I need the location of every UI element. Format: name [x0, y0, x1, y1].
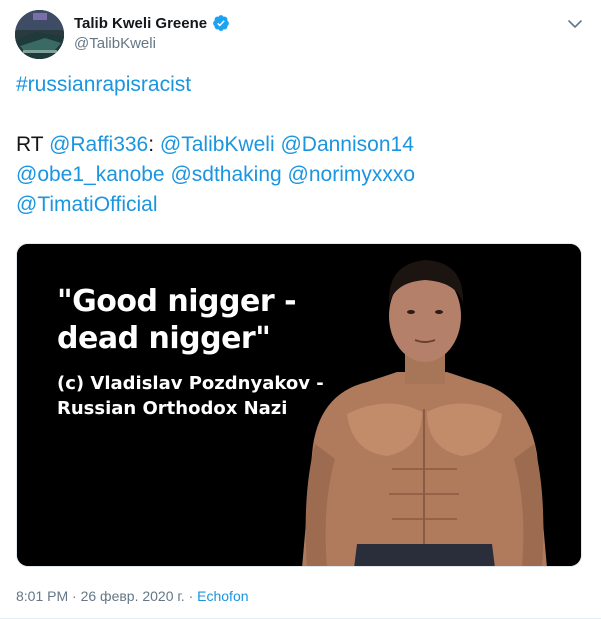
meta-separator: ·	[188, 588, 194, 604]
tweet-card: Talib Kweli Greene @TalibKweli #russianr…	[0, 0, 601, 619]
meta-separator: ·	[72, 588, 77, 604]
image-caption-line-1: (c) Vladislav Pozdnyakov -	[57, 373, 324, 394]
verified-badge-icon	[213, 15, 229, 31]
tweet-source-link[interactable]: Echofon	[197, 588, 248, 604]
author-display-name[interactable]: Talib Kweli Greene	[74, 15, 207, 32]
tweet-time[interactable]: 8:01 PM	[16, 588, 68, 604]
hashtag-link[interactable]: #russianrapisracist	[16, 70, 191, 100]
tweet-date[interactable]: 26 февр. 2020 г.	[81, 588, 185, 604]
rt-prefix: RT	[16, 133, 50, 156]
mention-timatiofficial[interactable]: @TimatiOfficial	[16, 193, 158, 216]
image-quote-line-1: "Good nigger -	[57, 284, 297, 319]
mention-obe1-kanobe[interactable]: @obe1_kanobe	[16, 163, 165, 186]
tweet-text: RT @Raffi336: @TalibKweli @Dannison14 @o…	[16, 130, 586, 220]
avatar[interactable]	[15, 10, 64, 59]
mention-talibkweli[interactable]: @TalibKweli	[160, 133, 275, 156]
rt-colon: :	[148, 133, 155, 156]
tweet-metadata: 8:01 PM · 26 февр. 2020 г. · Echofon	[16, 588, 249, 604]
image-caption-line-2: Russian Orthodox Nazi	[57, 398, 288, 419]
mention-norimyxxxo[interactable]: @norimyxxxo	[288, 163, 416, 186]
image-quote-line-2: dead nigger"	[57, 321, 271, 356]
author-name-row: Talib Kweli Greene	[74, 14, 230, 32]
mention-raffi336[interactable]: @Raffi336	[49, 133, 148, 156]
author-handle[interactable]: @TalibKweli	[74, 35, 156, 52]
avatar-image	[15, 10, 64, 59]
tweet-media-image[interactable]: "Good nigger - dead nigger" (c) Vladisla…	[16, 243, 582, 567]
mention-dannison14[interactable]: @Dannison14	[280, 133, 413, 156]
mention-sdthaking[interactable]: @sdthaking	[170, 163, 281, 186]
chevron-down-icon[interactable]	[565, 14, 585, 34]
